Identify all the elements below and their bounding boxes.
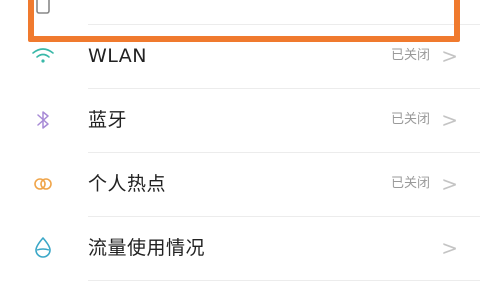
- highlight-box: [28, 0, 460, 42]
- chevron-right-icon: >: [441, 236, 458, 260]
- settings-item-label: 流量使用情况: [88, 237, 206, 259]
- settings-item-hotspot[interactable]: 个人热点 已关闭 >: [0, 152, 480, 216]
- data-usage-icon: [30, 235, 56, 261]
- settings-item-label: 个人热点: [88, 173, 167, 195]
- settings-item-data-usage[interactable]: 流量使用情况 >: [0, 216, 480, 280]
- settings-item-label: 蓝牙: [88, 109, 128, 131]
- divider: [88, 280, 480, 281]
- settings-item-bluetooth[interactable]: 蓝牙 已关闭 >: [0, 88, 480, 152]
- chevron-right-icon: >: [441, 172, 458, 196]
- status-text: 已关闭: [390, 176, 430, 191]
- hotspot-icon: [30, 171, 56, 197]
- settings-list: WLAN 已关闭 > 蓝牙 已关闭 > 个人热点 已关闭 > 流量使用情况 >: [0, 0, 480, 300]
- status-text: 已关闭: [390, 112, 430, 127]
- chevron-right-icon: >: [441, 108, 458, 132]
- bluetooth-icon: [30, 107, 56, 133]
- wifi-icon: [30, 43, 56, 69]
